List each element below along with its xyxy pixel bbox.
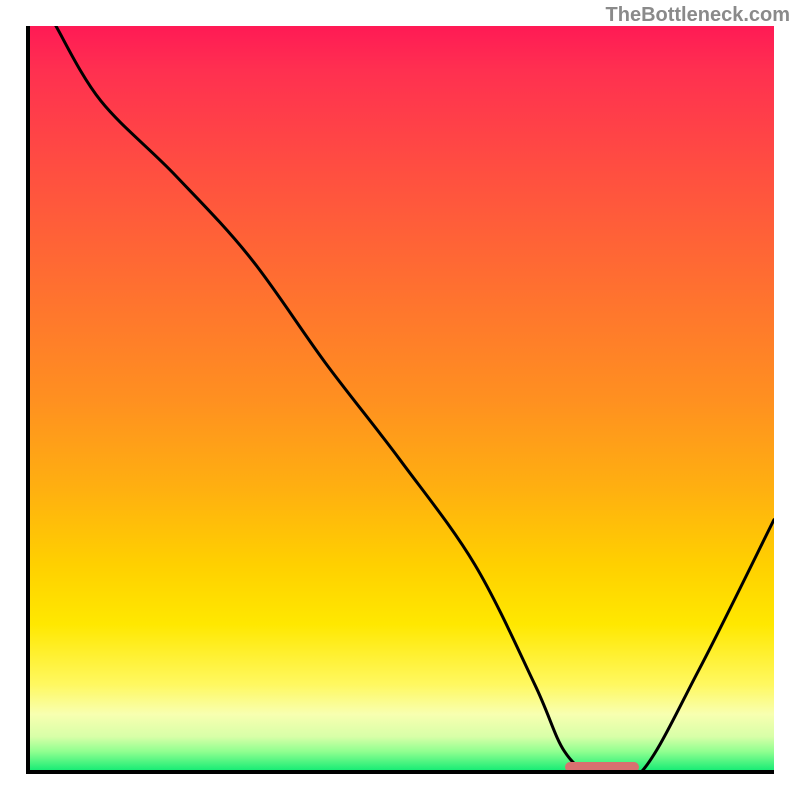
- plot-area: [26, 26, 774, 774]
- watermark-text: TheBottleneck.com: [606, 4, 790, 27]
- chart-container: TheBottleneck.com: [0, 0, 800, 800]
- optimal-range-marker: [565, 762, 640, 772]
- gradient-background: [26, 26, 774, 774]
